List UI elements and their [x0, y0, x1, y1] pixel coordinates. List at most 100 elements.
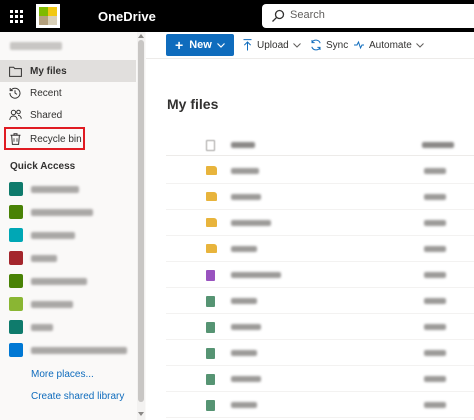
- new-button-label: New: [189, 39, 212, 51]
- quick-access-heading: Quick Access: [10, 161, 76, 172]
- nav-label: My files: [30, 65, 67, 77]
- file-row[interactable]: [166, 210, 474, 236]
- file-row[interactable]: [166, 288, 474, 314]
- new-button[interactable]: + New: [166, 34, 234, 56]
- create-shared-library-link[interactable]: Create shared library: [31, 391, 124, 402]
- file-modified-date: [424, 220, 446, 226]
- file-modified-date: [424, 168, 446, 174]
- site-icon: [9, 343, 23, 357]
- excel-file-icon: [206, 348, 215, 359]
- file-modified-date: [424, 402, 446, 408]
- folder-icon: [206, 192, 217, 201]
- shared-people-icon: [0, 109, 30, 121]
- search-box[interactable]: Search: [262, 4, 474, 28]
- scroll-up-icon[interactable]: [138, 34, 144, 38]
- organization-logo[interactable]: [36, 4, 60, 28]
- modified-column-header[interactable]: [422, 142, 454, 148]
- file-name[interactable]: [231, 350, 257, 356]
- file-row[interactable]: [166, 314, 474, 340]
- excel-file-icon: [206, 296, 215, 307]
- nav-shared[interactable]: Shared: [0, 104, 136, 126]
- quick-access-item[interactable]: [0, 201, 136, 223]
- automate-icon: [353, 39, 365, 51]
- folder-icon: [0, 66, 30, 77]
- search-icon: [272, 9, 285, 22]
- file-name[interactable]: [231, 376, 261, 382]
- quick-access-item[interactable]: [0, 178, 136, 200]
- chevron-down-icon: [292, 40, 301, 51]
- chevron-down-icon: [216, 39, 225, 51]
- quick-access-item[interactable]: [0, 270, 136, 292]
- folder-icon: [206, 244, 217, 253]
- file-name[interactable]: [231, 272, 281, 278]
- nav-my-files[interactable]: My files: [0, 60, 136, 82]
- file-row[interactable]: [166, 158, 474, 184]
- excel-file-icon: [206, 400, 215, 411]
- file-name[interactable]: [231, 324, 261, 330]
- onenote-icon: [206, 270, 215, 281]
- file-modified-date: [424, 298, 446, 304]
- recent-clock-icon: [0, 87, 30, 99]
- file-modified-date: [424, 350, 446, 356]
- file-name[interactable]: [231, 298, 257, 304]
- file-row[interactable]: [166, 340, 474, 366]
- upload-label: Upload: [257, 39, 289, 51]
- left-navigation: My files Recent Shared Recycle bin Quick…: [0, 32, 146, 420]
- scroll-down-icon[interactable]: [138, 412, 144, 416]
- upload-icon: [243, 39, 252, 51]
- waffle-icon: [9, 9, 23, 23]
- upload-button[interactable]: Upload: [243, 39, 301, 51]
- site-icon: [9, 274, 23, 288]
- quick-access-item[interactable]: [0, 293, 136, 315]
- file-row[interactable]: [166, 236, 474, 262]
- quick-access-item[interactable]: [0, 224, 136, 246]
- file-row[interactable]: [166, 262, 474, 288]
- file-name[interactable]: [231, 220, 271, 226]
- file-name[interactable]: [231, 168, 259, 174]
- name-column-header[interactable]: [231, 142, 255, 148]
- page-title: My files: [167, 96, 219, 112]
- automate-button[interactable]: Automate: [353, 39, 424, 51]
- site-icon: [9, 205, 23, 219]
- site-icon: [9, 297, 23, 311]
- file-modified-date: [424, 246, 446, 252]
- site-icon: [9, 320, 23, 334]
- file-row[interactable]: [166, 366, 474, 392]
- recycle-bin-highlight-box: [4, 127, 85, 150]
- sync-button[interactable]: Sync: [310, 39, 348, 51]
- file-modified-date: [424, 194, 446, 200]
- file-name[interactable]: [231, 402, 257, 408]
- command-bar-divider: [146, 58, 474, 59]
- sync-label: Sync: [326, 39, 349, 51]
- file-row[interactable]: [166, 392, 474, 418]
- file-list-header: [166, 134, 474, 156]
- sync-icon: [310, 39, 322, 51]
- plus-icon: +: [175, 37, 184, 53]
- file-modified-date: [424, 272, 446, 278]
- quick-access-item[interactable]: [0, 316, 136, 338]
- quick-access-item[interactable]: [0, 247, 136, 269]
- file-name[interactable]: [231, 194, 261, 200]
- file-type-header-icon[interactable]: [206, 140, 215, 151]
- file-name[interactable]: [231, 246, 257, 252]
- top-bar: OneDrive Search: [0, 0, 474, 32]
- scrollbar-thumb[interactable]: [138, 40, 144, 402]
- site-icon: [9, 251, 23, 265]
- nav-label: Recent: [30, 87, 62, 99]
- more-places-link[interactable]: More places...: [31, 369, 94, 380]
- file-row[interactable]: [166, 184, 474, 210]
- excel-file-icon: [206, 322, 215, 333]
- command-bar: + New Upload Sync Automate: [146, 32, 474, 58]
- excel-file-icon: [206, 374, 215, 385]
- site-icon: [9, 182, 23, 196]
- nav-recent[interactable]: Recent: [0, 82, 136, 104]
- nav-label: Shared: [30, 109, 63, 121]
- folder-icon: [206, 166, 217, 175]
- sidebar-scrollbar[interactable]: [137, 32, 145, 420]
- quick-access-item[interactable]: [0, 339, 136, 361]
- app-launcher-button[interactable]: [0, 0, 32, 32]
- app-title[interactable]: OneDrive: [98, 9, 156, 24]
- search-placeholder: Search: [290, 9, 325, 21]
- user-name: [10, 42, 62, 50]
- folder-icon: [206, 218, 217, 227]
